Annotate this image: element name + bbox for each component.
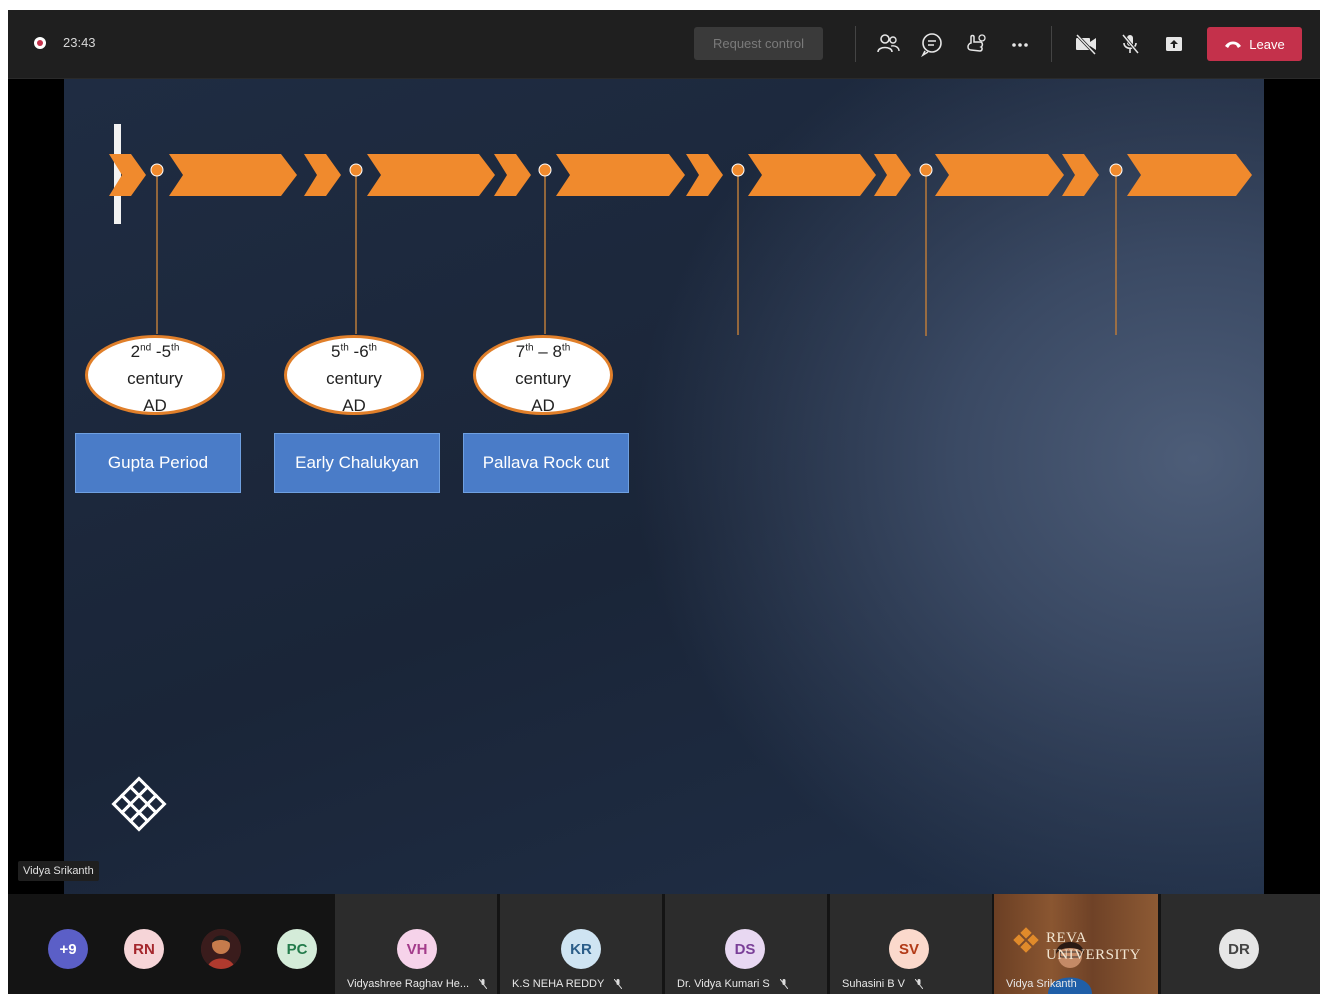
era-ad: AD [531,396,555,415]
video-tile[interactable]: REVA UNIVERSITY Vidya Srikanth [994,894,1158,994]
meeting-window: 23:43 Request control Leave 2nd -5th cen… [8,10,1320,994]
toolbar-divider [1051,26,1052,62]
era-range: 5th -6th [330,342,377,361]
photo-avatar-image [201,929,241,969]
overflow-participants-avatar[interactable]: +9 [48,929,88,969]
mic-off-icon [614,979,623,989]
timeline-marker [731,163,745,177]
participant-name: Vidya Srikanth [1006,978,1077,990]
leave-button[interactable]: Leave [1207,27,1302,61]
participant-avatar: DR [1219,929,1259,969]
presenter-name-tag: Vidya Srikanth [18,861,99,881]
participants-icon[interactable] [874,30,902,58]
timeline-marker [919,163,933,177]
camera-off-icon[interactable] [1072,30,1100,58]
timeline-graphic [109,124,1252,832]
participant-name: Vidyashree Raghav He... [347,978,488,990]
leave-label: Leave [1249,36,1285,52]
era-century: century [326,369,382,388]
record-icon [34,37,46,49]
timeline-arrow [556,154,685,196]
timeline-chevron [304,154,341,196]
era-century: century [515,369,571,388]
meeting-timer: 23:43 [63,35,96,50]
era-ellipse: 5th -6th century AD [284,335,424,415]
shared-slide: 2nd -5th century AD 5th -6th century AD … [64,79,1264,894]
toolbar-divider [855,26,856,62]
era-ad: AD [342,396,366,415]
participant-tile[interactable]: VH Vidyashree Raghav He... [335,894,497,994]
participant-name: K.S NEHA REDDY [512,978,623,990]
period-label: Gupta Period [75,433,241,493]
timeline-arrow [367,154,495,196]
participant-name: Dr. Vidya Kumari S [677,978,788,990]
chat-icon[interactable] [918,30,946,58]
participant-tile[interactable]: DR [1161,894,1320,994]
meeting-toolbar: 23:43 Request control Leave [8,10,1320,79]
participant-avatar[interactable]: PC [277,929,317,969]
mic-off-icon [479,979,488,989]
university-logo-text: REVA UNIVERSITY [1046,930,1141,963]
timeline-arrow [1127,154,1252,196]
era-range: 2nd -5th [130,342,180,361]
participant-avatar: SV [889,929,929,969]
timeline-chevron [1062,154,1099,196]
timeline-marker [538,163,552,177]
timeline-chevron [494,154,531,196]
reactions-icon[interactable] [962,30,990,58]
presentation-stage: 2nd -5th century AD 5th -6th century AD … [8,79,1320,894]
knot-logo-icon [111,776,167,832]
era-ellipse: 2nd -5th century AD [85,335,225,415]
mic-off-icon[interactable] [1116,30,1144,58]
era-century: century [127,369,183,388]
era-range: 7th – 8th [515,342,571,361]
share-icon[interactable] [1160,30,1188,58]
timeline-start-bar [114,124,121,224]
timeline-arrow [748,154,876,196]
timeline-marker [349,163,363,177]
participant-photo-avatar[interactable] [201,929,241,969]
period-label: Pallava Rock cut [463,433,629,493]
participant-tile[interactable]: SV Suhasini B V [830,894,992,994]
participant-tile[interactable]: DS Dr. Vidya Kumari S [665,894,827,994]
more-icon[interactable] [1006,30,1034,58]
timeline-chevron [874,154,911,196]
participant-name: Suhasini B V [842,978,923,990]
timeline-chevron [686,154,723,196]
timeline-marker [1109,163,1123,177]
era-ellipse: 7th – 8th century AD [473,335,613,415]
participant-avatar[interactable]: RN [124,929,164,969]
mic-off-icon [914,979,923,989]
participant-avatar: KR [561,929,601,969]
era-ad: AD [143,396,167,415]
timeline-arrow [935,154,1064,196]
timeline-arrow [169,154,297,196]
participants-strip: +9 RN PC VH Vidyashree Raghav He... KR K… [8,894,1320,994]
participant-tile[interactable]: KR K.S NEHA REDDY [500,894,662,994]
request-control-button[interactable]: Request control [694,27,823,60]
phone-icon [1225,41,1242,48]
participant-avatar: VH [397,929,437,969]
mic-off-icon [779,979,788,989]
timeline-marker [150,163,164,177]
period-label: Early Chalukyan [274,433,440,493]
participant-avatar: DS [725,929,765,969]
